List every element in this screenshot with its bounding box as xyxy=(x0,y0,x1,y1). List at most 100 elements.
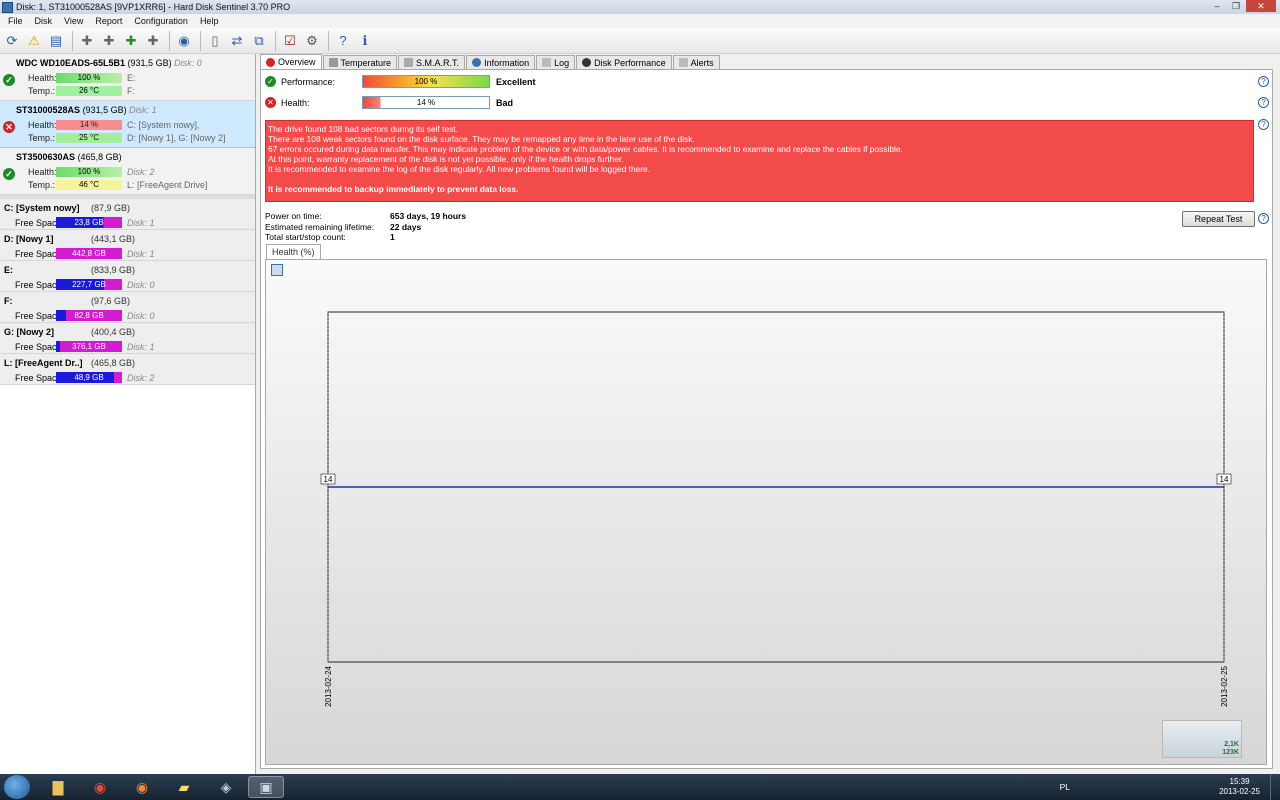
globe-icon[interactable]: ◉ xyxy=(174,31,194,51)
menu-file[interactable]: File xyxy=(2,16,29,26)
start-button[interactable] xyxy=(4,775,30,799)
settings-icon[interactable]: ⚙ xyxy=(302,31,322,51)
minimize-icon[interactable]: – xyxy=(1208,0,1226,12)
app-icon xyxy=(2,1,13,13)
health-chart: 14 14 2013-02-24 2013-02-25 xyxy=(320,311,1232,707)
startstop-value: 1 xyxy=(390,232,395,242)
clock[interactable]: 15:39 2013-02-25 xyxy=(1219,777,1260,797)
data-label: 14 xyxy=(324,475,333,484)
alert-message-box: The drive found 108 bad sectors during i… xyxy=(265,120,1254,202)
document-icon[interactable]: ▯ xyxy=(205,31,225,51)
menu-disk[interactable]: Disk xyxy=(29,16,59,26)
disk-item-1[interactable]: ST31000528AS (931,5 GB) Disk: 1 ✕ Health… xyxy=(0,101,255,148)
language-indicator[interactable]: PL xyxy=(1060,782,1070,792)
hard-disk-sentinel-task[interactable]: ▣ xyxy=(248,776,284,798)
info-icon xyxy=(472,58,482,67)
repeat-test-button[interactable]: Repeat Test xyxy=(1182,211,1255,227)
free-space-bar: 23,8 GB xyxy=(56,217,122,228)
partition-item[interactable]: E: (833,9 GB) Free Space 227,7 GB Disk: 0 xyxy=(0,261,255,292)
partition-item[interactable]: D: [Nowy 1] (443,1 GB) Free Space 442,8 G… xyxy=(0,230,255,261)
error-icon xyxy=(266,57,275,67)
chrome-icon[interactable]: ◉ xyxy=(82,776,118,798)
disk-list-panel: WDC WD10EADS-65L5B1 (931,5 GB) Disk: 0 ✓… xyxy=(0,54,256,774)
help-icon[interactable]: ? xyxy=(1258,97,1269,108)
alerts-icon xyxy=(678,58,688,67)
health-bar: 100 % xyxy=(56,167,122,177)
help-icon[interactable]: ? xyxy=(1258,213,1269,224)
sync-icon[interactable]: ⇄ xyxy=(227,31,247,51)
performance-icon xyxy=(582,58,592,67)
health-row: Health: 100 % Disk: 2 xyxy=(28,167,155,177)
partition-item[interactable]: L: [FreeAgent Dr..] (465,8 GB) Free Space… xyxy=(0,354,255,385)
menu-view[interactable]: View xyxy=(58,16,89,26)
toolbar-separator xyxy=(328,30,329,51)
show-desktop-button[interactable] xyxy=(1270,774,1280,800)
folder-icon[interactable]: ▰ xyxy=(166,776,202,798)
help-icon[interactable]: ? xyxy=(333,31,353,51)
surface-test-icon[interactable]: ✚ xyxy=(99,31,119,51)
checklist-icon[interactable]: ☑ xyxy=(280,31,300,51)
partition-item[interactable]: C: [System nowy] (87,9 GB) Free Space 23,… xyxy=(0,199,255,230)
taskbar: ▇ ◉ ◉ ▰ ◈ ▣ PL 15:39 2013-02-25 xyxy=(0,774,1280,800)
tab-disk-performance[interactable]: Disk Performance xyxy=(576,55,672,69)
app-icon[interactable]: ◈ xyxy=(208,776,244,798)
smart-icon xyxy=(404,58,414,67)
tab-overview[interactable]: Overview xyxy=(260,54,322,69)
health-bar: 14 % xyxy=(56,120,122,130)
explorer-icon[interactable]: ▇ xyxy=(40,776,76,798)
performance-row: ✓ Performance: 100 % Excellent xyxy=(265,75,1265,89)
tab-smart[interactable]: S.M.A.R.T. xyxy=(398,55,466,69)
close-icon[interactable]: ✕ xyxy=(1246,0,1276,12)
tab-information[interactable]: Information xyxy=(466,55,536,69)
health-rating: Bad xyxy=(496,98,514,108)
help-icon[interactable]: ? xyxy=(1258,76,1269,87)
menu-configuration[interactable]: Configuration xyxy=(128,16,194,26)
tab-health-chart[interactable]: Health (%) xyxy=(266,244,321,260)
menu-help[interactable]: Help xyxy=(194,16,225,26)
status-error-icon: ✕ xyxy=(265,97,276,108)
performance-rating: Excellent xyxy=(496,77,536,87)
log-icon xyxy=(542,58,552,67)
health-chart-frame: 14 14 2013-02-24 2013-02-25 2,1K 123K xyxy=(265,259,1267,765)
firefox-icon[interactable]: ◉ xyxy=(124,776,160,798)
temp-row: Temp.: 25 °C D: [Nowy 1], G: [Nowy 2] xyxy=(28,133,226,143)
temp-bar: 26 °C xyxy=(56,86,122,96)
title-bar: Disk: 1, ST31000528AS [9VP1XRR6] - Hard … xyxy=(0,0,1280,14)
partition-item[interactable]: F: (97,6 GB) Free Space 82,8 GB Disk: 0 xyxy=(0,292,255,323)
status-ok-icon: ✓ xyxy=(265,76,276,87)
temp-row: Temp.: 26 °C F: xyxy=(28,86,135,96)
alert-icon[interactable]: ⚠ xyxy=(24,31,44,51)
tab-alerts[interactable]: Alerts xyxy=(672,55,720,69)
free-space-bar: 227,7 GB xyxy=(56,279,122,290)
toolbar-separator xyxy=(200,30,201,51)
window-title: Disk: 1, ST31000528AS [9VP1XRR6] - Hard … xyxy=(16,2,291,12)
refresh-icon[interactable]: ⟳ xyxy=(2,31,22,51)
disk-item-0[interactable]: WDC WD10EADS-65L5B1 (931,5 GB) Disk: 0 ✓… xyxy=(0,54,255,101)
disk-item-2[interactable]: ST3500630AS (465,8 GB) ✓ Health: 100 % D… xyxy=(0,148,255,195)
help-icon[interactable]: ? xyxy=(1258,119,1269,130)
info-icon[interactable]: ℹ xyxy=(355,31,375,51)
x-tick-label: 2013-02-25 xyxy=(1220,665,1229,706)
network-icon[interactable]: ⧉ xyxy=(249,31,269,51)
overview-panel: ✓ Performance: 100 % Excellent ? ✕ Healt… xyxy=(260,69,1273,769)
health-row: Health: 100 % E: xyxy=(28,73,136,83)
toolbar-separator xyxy=(72,30,73,51)
health-bar: 14 % xyxy=(362,96,490,109)
restore-icon[interactable]: ❐ xyxy=(1227,0,1245,12)
temp-row: Temp.: 46 °C L: [FreeAgent Drive] xyxy=(28,180,208,190)
thermometer-icon xyxy=(328,58,338,67)
free-space-bar: 376,1 GB xyxy=(56,341,122,352)
short-test-icon[interactable]: ✚ xyxy=(121,31,141,51)
tab-log[interactable]: Log xyxy=(536,55,576,69)
free-space-bar: 82,8 GB xyxy=(56,310,122,321)
disk-name: ST31000528AS (931,5 GB) Disk: 1 xyxy=(16,105,157,115)
extended-test-icon[interactable]: ✚ xyxy=(143,31,163,51)
test-icon[interactable]: ✚ xyxy=(77,31,97,51)
report-icon[interactable]: ▤ xyxy=(46,31,66,51)
chart-thumbnail[interactable]: 2,1K 123K xyxy=(1162,720,1242,758)
toolbar-separator xyxy=(275,30,276,51)
tab-temperature[interactable]: Temperature xyxy=(322,55,398,69)
menu-report[interactable]: Report xyxy=(89,16,128,26)
partition-item[interactable]: G: [Nowy 2] (400,4 GB) Free Space 376,1 G… xyxy=(0,323,255,354)
disk-name: WDC WD10EADS-65L5B1 (931,5 GB) Disk: 0 xyxy=(16,58,202,68)
